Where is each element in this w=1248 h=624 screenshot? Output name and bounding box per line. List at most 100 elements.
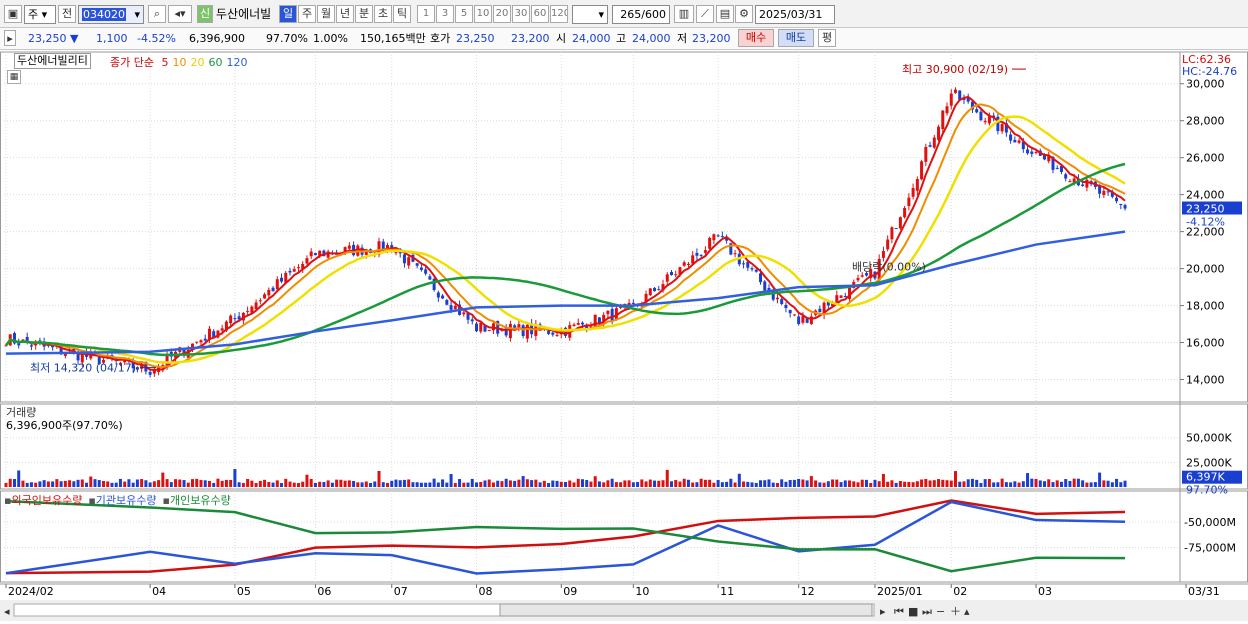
count-button-5[interactable]: 5 bbox=[455, 5, 473, 23]
candle-body bbox=[263, 294, 267, 299]
candle-body bbox=[1085, 179, 1089, 188]
volume-bar bbox=[703, 479, 707, 487]
ma-period-10[interactable]: 10 bbox=[172, 56, 186, 69]
speaker-icon[interactable]: ◂▾ bbox=[168, 5, 192, 23]
gear-icon[interactable]: ⚙ bbox=[735, 5, 753, 23]
candle-body bbox=[920, 161, 924, 180]
candle-body bbox=[555, 335, 559, 337]
ma-period-120[interactable]: 120 bbox=[226, 56, 247, 69]
search-icon[interactable]: ⌕ bbox=[148, 5, 166, 23]
volume-bar bbox=[881, 473, 885, 487]
volume-bar bbox=[1021, 481, 1025, 487]
volume-bar bbox=[894, 482, 898, 487]
volume-bar bbox=[186, 482, 190, 487]
expand-icon[interactable]: ▸ bbox=[4, 30, 16, 46]
volume-bar bbox=[1093, 482, 1097, 487]
volume-bar bbox=[979, 483, 983, 487]
count-button-10[interactable]: 10 bbox=[474, 5, 492, 23]
period-tab-1[interactable]: 주 bbox=[298, 5, 316, 23]
candle-body bbox=[818, 308, 822, 313]
sell-button[interactable]: 매도 bbox=[778, 29, 814, 47]
scroll-control-1[interactable]: ▸ bbox=[880, 605, 886, 618]
candle-body bbox=[754, 269, 758, 272]
stock-chart[interactable]: 14,00016,00018,00020,00022,00024,00026,0… bbox=[0, 51, 1248, 621]
scroll-control-6[interactable]: ＋ bbox=[950, 605, 961, 618]
holders-series-0[interactable]: 외국인보유수량 bbox=[11, 494, 82, 507]
volume-bar bbox=[801, 479, 805, 487]
volume-bar bbox=[818, 482, 822, 487]
scroll-control-2[interactable]: ⏮ bbox=[894, 605, 904, 618]
eval-button[interactable]: 평 bbox=[818, 29, 836, 47]
candle-body bbox=[1123, 205, 1127, 209]
volume-bar bbox=[63, 480, 67, 487]
scroll-control-5[interactable]: − bbox=[936, 605, 945, 618]
candle-body bbox=[742, 263, 746, 265]
count-button-30[interactable]: 30 bbox=[512, 5, 530, 23]
count-button-60[interactable]: 60 bbox=[531, 5, 549, 23]
count-button-120[interactable]: 120 bbox=[550, 5, 568, 23]
candle-body bbox=[839, 295, 843, 298]
period-tab-2[interactable]: 월 bbox=[317, 5, 335, 23]
candle-body bbox=[1034, 152, 1038, 154]
period-tab-5[interactable]: 초 bbox=[374, 5, 392, 23]
ma-period-20[interactable]: 20 bbox=[190, 56, 204, 69]
period-tab-3[interactable]: 년 bbox=[336, 5, 354, 23]
candle-body bbox=[229, 315, 233, 324]
ma-period-60[interactable]: 60 bbox=[208, 56, 222, 69]
volume-bar bbox=[373, 481, 377, 487]
scroll-control-0[interactable]: ◂ bbox=[4, 605, 10, 618]
shin-button[interactable]: 신 bbox=[197, 5, 213, 23]
code-input[interactable]: 034020 ▾ bbox=[78, 5, 144, 24]
volume-bar bbox=[903, 481, 907, 487]
table-icon[interactable]: ▦ bbox=[7, 70, 21, 84]
volume-bar bbox=[1030, 478, 1034, 487]
volume-bar bbox=[953, 471, 957, 487]
candle-body bbox=[1055, 167, 1059, 169]
save-icon[interactable]: ▤ bbox=[716, 5, 734, 23]
scroll-control-7[interactable]: ▴ bbox=[964, 605, 970, 618]
open-label: 시 bbox=[556, 32, 567, 45]
count-button-3[interactable]: 3 bbox=[436, 5, 454, 23]
scroll-control-3[interactable]: ■ bbox=[908, 605, 918, 618]
candle-body bbox=[547, 331, 551, 334]
buy-button[interactable]: 매수 bbox=[738, 29, 774, 47]
scrollbar-thumb bbox=[499, 603, 873, 617]
count-button-20[interactable]: 20 bbox=[493, 5, 511, 23]
window-icon[interactable]: ▣ bbox=[4, 5, 22, 23]
interval-select[interactable]: ▾ bbox=[572, 5, 608, 24]
volume-bar bbox=[920, 479, 924, 487]
x-tick-label: 2025/01 bbox=[877, 585, 923, 598]
stock-name-tag[interactable]: 두산에너빌리티 bbox=[14, 53, 91, 69]
holders-series-2[interactable]: 개인보유수량 bbox=[170, 494, 231, 507]
holders-series-1[interactable]: 기관보유수량 bbox=[96, 494, 157, 507]
volume-bar bbox=[229, 479, 233, 487]
volume-bar bbox=[1115, 478, 1119, 487]
period-tab-6[interactable]: 틱 bbox=[393, 5, 411, 23]
low-label: 저 bbox=[677, 32, 688, 45]
scroll-control-4[interactable]: ⏭ bbox=[922, 605, 932, 618]
date-field[interactable]: 2025/03/31▦ bbox=[755, 5, 835, 24]
ma-period-5[interactable]: 5 bbox=[161, 56, 168, 69]
mode-select[interactable]: 주 ▾ bbox=[24, 5, 56, 24]
count-field[interactable]: 265/600 bbox=[612, 5, 670, 24]
volume-bar bbox=[983, 479, 987, 487]
prev-button[interactable]: 전 bbox=[58, 5, 76, 23]
candle-body bbox=[1081, 184, 1085, 186]
count-button-1[interactable]: 1 bbox=[417, 5, 435, 23]
volume-bar bbox=[1081, 480, 1085, 487]
candle-body bbox=[911, 188, 915, 197]
period-tab-4[interactable]: 분 bbox=[355, 5, 373, 23]
candle-body bbox=[881, 251, 885, 258]
volume-bar bbox=[1034, 478, 1038, 487]
volume-bar bbox=[25, 482, 29, 487]
volume-bar bbox=[750, 482, 754, 487]
candle-body bbox=[606, 310, 610, 315]
candle-body bbox=[436, 292, 440, 298]
period-tab-0[interactable]: 일 bbox=[279, 5, 297, 23]
candle-body bbox=[508, 323, 512, 339]
line-tool-icon[interactable]: ⟋ bbox=[696, 5, 714, 23]
hc-value: HC:-24.76 bbox=[1182, 65, 1238, 78]
candle-body bbox=[669, 271, 673, 276]
candle-icon[interactable]: ▥ bbox=[674, 5, 694, 23]
volume-bar bbox=[29, 482, 33, 487]
